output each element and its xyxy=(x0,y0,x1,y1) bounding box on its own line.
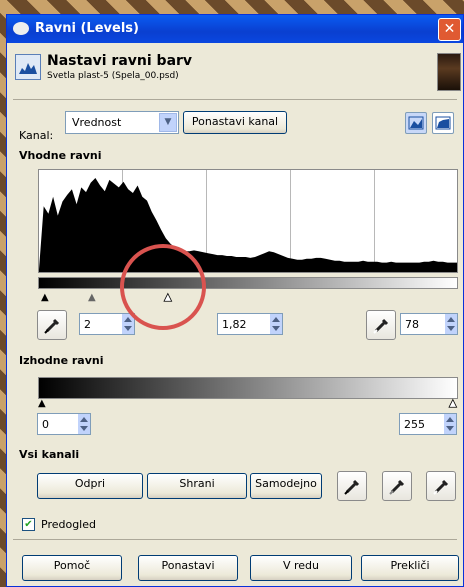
histogram xyxy=(38,169,458,273)
black-eyedropper-icon[interactable] xyxy=(37,310,67,340)
gamma-slider[interactable]: ▲ xyxy=(88,293,96,303)
input-levels-label: Vhodne ravni xyxy=(19,149,102,162)
output-black-slider[interactable]: ▲ xyxy=(38,399,46,409)
help-button[interactable]: Pomoč xyxy=(22,555,122,581)
annotation-circle xyxy=(120,244,206,330)
close-button[interactable]: ✕ xyxy=(438,18,461,41)
dialog-heading: Nastavi ravni barv xyxy=(47,53,193,69)
reset-button[interactable]: Ponastavi xyxy=(138,555,238,581)
gimp-icon xyxy=(13,22,29,35)
input-gamma-spinner[interactable]: 1,82 xyxy=(217,313,283,335)
title-bar[interactable]: Ravni (Levels) ✕ xyxy=(7,15,463,43)
layer-thumbnail xyxy=(437,53,461,91)
histogram-area xyxy=(39,178,457,272)
black-eyedropper-icon[interactable] xyxy=(337,471,367,501)
white-eyedropper-icon[interactable] xyxy=(366,310,396,340)
white-eyedropper-icon[interactable] xyxy=(426,471,456,501)
chevron-down-icon[interactable]: ▼ xyxy=(159,113,177,132)
levels-icon xyxy=(15,54,41,80)
output-gradient-bar xyxy=(38,377,458,399)
input-low-spinner[interactable]: 2 xyxy=(79,313,135,335)
output-levels-label: Izhodne ravni xyxy=(19,354,104,367)
all-channels-label: Vsi kanali xyxy=(19,448,80,461)
reset-channel-button[interactable]: Ponastavi kanal xyxy=(183,111,287,134)
spinner-arrows[interactable] xyxy=(270,314,282,334)
levels-dialog: Ravni (Levels) ✕ Nastavi ravni barv Svet… xyxy=(6,14,464,587)
preview-label: Predogled xyxy=(41,518,96,531)
input-high-spinner[interactable]: 78 xyxy=(400,313,458,335)
ok-button[interactable]: V redu xyxy=(250,555,352,581)
footer-divider xyxy=(13,539,457,540)
save-button[interactable]: Shrani xyxy=(147,473,247,499)
window-title: Ravni (Levels) xyxy=(35,21,139,36)
channel-label: Kanal: xyxy=(19,129,54,142)
linear-histogram-icon[interactable] xyxy=(405,112,427,134)
channel-value: Vrednost xyxy=(72,116,122,129)
output-white-slider[interactable]: ▲ xyxy=(449,398,457,409)
spinner-arrows[interactable] xyxy=(78,414,90,434)
log-histogram-icon[interactable] xyxy=(432,112,454,134)
output-high-spinner[interactable]: 255 xyxy=(399,413,457,435)
spinner-arrows[interactable] xyxy=(444,414,456,434)
preview-checkbox[interactable]: ✔ xyxy=(22,518,35,531)
gray-eyedropper-icon[interactable] xyxy=(382,471,412,501)
open-button[interactable]: Odpri xyxy=(37,473,143,499)
header-divider xyxy=(13,99,457,100)
spinner-arrows[interactable] xyxy=(445,314,457,334)
input-gradient-bar xyxy=(38,277,458,289)
auto-button[interactable]: Samodejno xyxy=(250,473,322,499)
layer-name: Svetla plast-5 (Spela_00.psd) xyxy=(47,71,179,81)
black-point-slider[interactable]: ▲ xyxy=(41,293,49,303)
histogram-plot xyxy=(39,178,457,272)
cancel-button[interactable]: Prekliči xyxy=(361,555,459,581)
output-low-spinner[interactable]: 0 xyxy=(37,413,91,435)
channel-select[interactable]: Vrednost ▼ xyxy=(65,111,179,134)
